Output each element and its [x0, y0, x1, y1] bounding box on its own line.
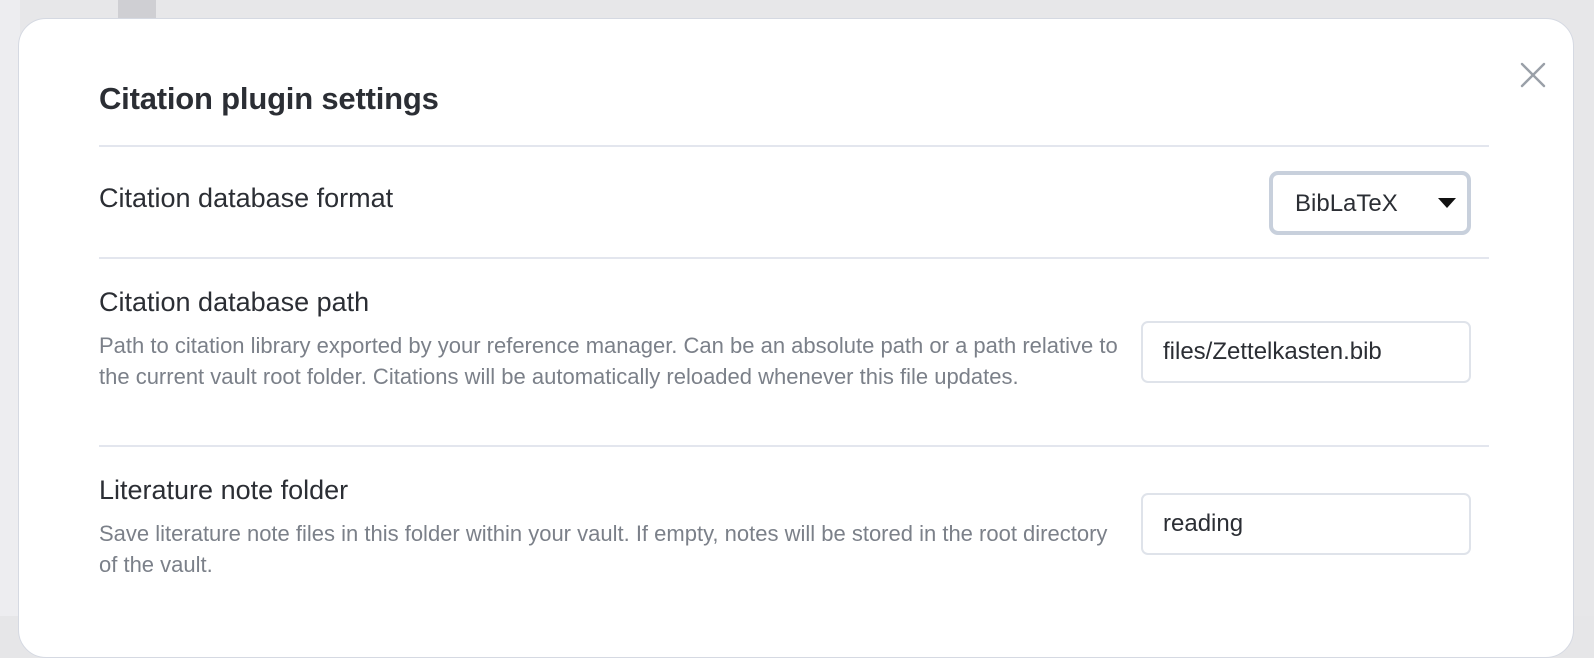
database-path-input[interactable]: [1141, 321, 1471, 383]
close-button[interactable]: [1515, 57, 1551, 93]
format-select-value: BibLaTeX: [1295, 190, 1398, 217]
setting-folder-description: Save literature note files in this folde…: [99, 521, 1108, 577]
divider: [99, 145, 1489, 147]
divider: [99, 257, 1489, 259]
setting-folder-name: Literature note folder: [99, 475, 349, 505]
note-folder-input[interactable]: [1141, 493, 1471, 555]
backdrop-tab: [118, 0, 156, 20]
modal-title: Citation plugin settings: [99, 81, 439, 116]
backdrop-sidebar-edge: [0, 0, 20, 616]
setting-path-name: Citation database path: [99, 287, 370, 317]
divider: [99, 445, 1489, 447]
settings-modal: Citation plugin settings Citation databa…: [18, 18, 1574, 658]
close-icon: [1520, 62, 1546, 88]
format-select[interactable]: BibLaTeX: [1269, 171, 1471, 235]
caret-down-icon: [1438, 198, 1456, 208]
setting-format-name: Citation database format: [99, 183, 394, 213]
setting-path-description: Path to citation library exported by you…: [99, 333, 1118, 389]
